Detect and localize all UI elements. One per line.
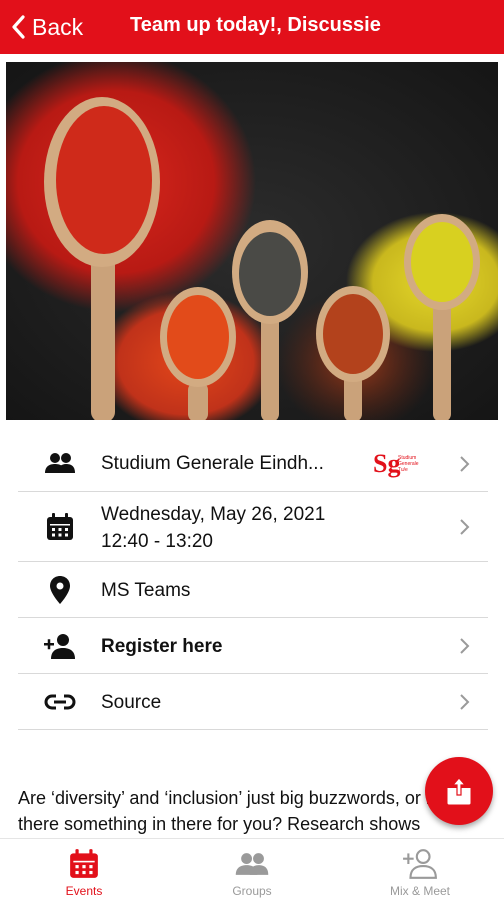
organizer-name: Studium Generale Eindh... xyxy=(101,453,324,474)
register-row[interactable]: Register here xyxy=(18,618,488,674)
svg-text:Sg: Sg xyxy=(373,449,400,478)
location-pin-icon xyxy=(42,572,78,608)
chevron-right-icon xyxy=(460,638,470,654)
location-row: MS Teams xyxy=(18,562,488,618)
group-icon xyxy=(232,847,272,881)
svg-text:Tu/e: Tu/e xyxy=(398,467,408,473)
event-image xyxy=(6,62,498,420)
chevron-right-icon xyxy=(460,694,470,710)
link-icon xyxy=(42,684,78,720)
page-title: Team up today!, Discussie xyxy=(130,14,381,36)
share-icon xyxy=(447,777,471,805)
event-location: MS Teams xyxy=(101,580,191,601)
back-label: Back xyxy=(32,13,84,40)
tab-events[interactable]: Events xyxy=(0,839,168,900)
add-person-icon xyxy=(42,628,78,664)
event-description: Are ‘diversity’ and ‘inclusion’ just big… xyxy=(18,785,488,837)
source-link: Source xyxy=(101,692,162,713)
chevron-left-icon xyxy=(12,15,25,39)
calendar-icon xyxy=(64,847,104,881)
organizer-logo: Sg Studium Generale Tu/e xyxy=(373,448,433,480)
tab-label: Events xyxy=(65,884,103,898)
chevron-right-icon xyxy=(460,456,470,472)
tab-mix-and-meet[interactable]: Mix & Meet xyxy=(336,839,504,900)
group-icon xyxy=(42,445,78,481)
event-date: Wednesday, May 26, 2021 xyxy=(101,504,326,525)
tab-label: Mix & Meet xyxy=(389,884,450,898)
add-person-icon xyxy=(400,847,440,881)
tab-groups[interactable]: Groups xyxy=(168,839,336,900)
event-time: 12:40 - 13:20 xyxy=(101,531,213,552)
bottom-tab-bar: Events Groups Mix & Meet xyxy=(0,838,504,900)
date-row[interactable]: Wednesday, May 26, 2021 12:40 - 13:20 xyxy=(18,492,488,562)
back-button[interactable]: Back xyxy=(10,12,83,42)
organizer-row[interactable]: Studium Generale Eindh... Sg Studium Gen… xyxy=(18,434,488,492)
description-line: there something in there for you? Resear… xyxy=(18,814,421,834)
share-button[interactable] xyxy=(425,757,493,825)
tab-label: Groups xyxy=(232,884,272,898)
description-line: Are ‘diversity’ and ‘inclusion’ just big… xyxy=(18,788,439,808)
register-link: Register here xyxy=(101,636,223,657)
chevron-right-icon xyxy=(460,519,470,535)
calendar-icon xyxy=(42,509,78,545)
app-header: Back Team up today!, Discussie xyxy=(0,0,504,54)
source-row[interactable]: Source xyxy=(18,674,488,730)
